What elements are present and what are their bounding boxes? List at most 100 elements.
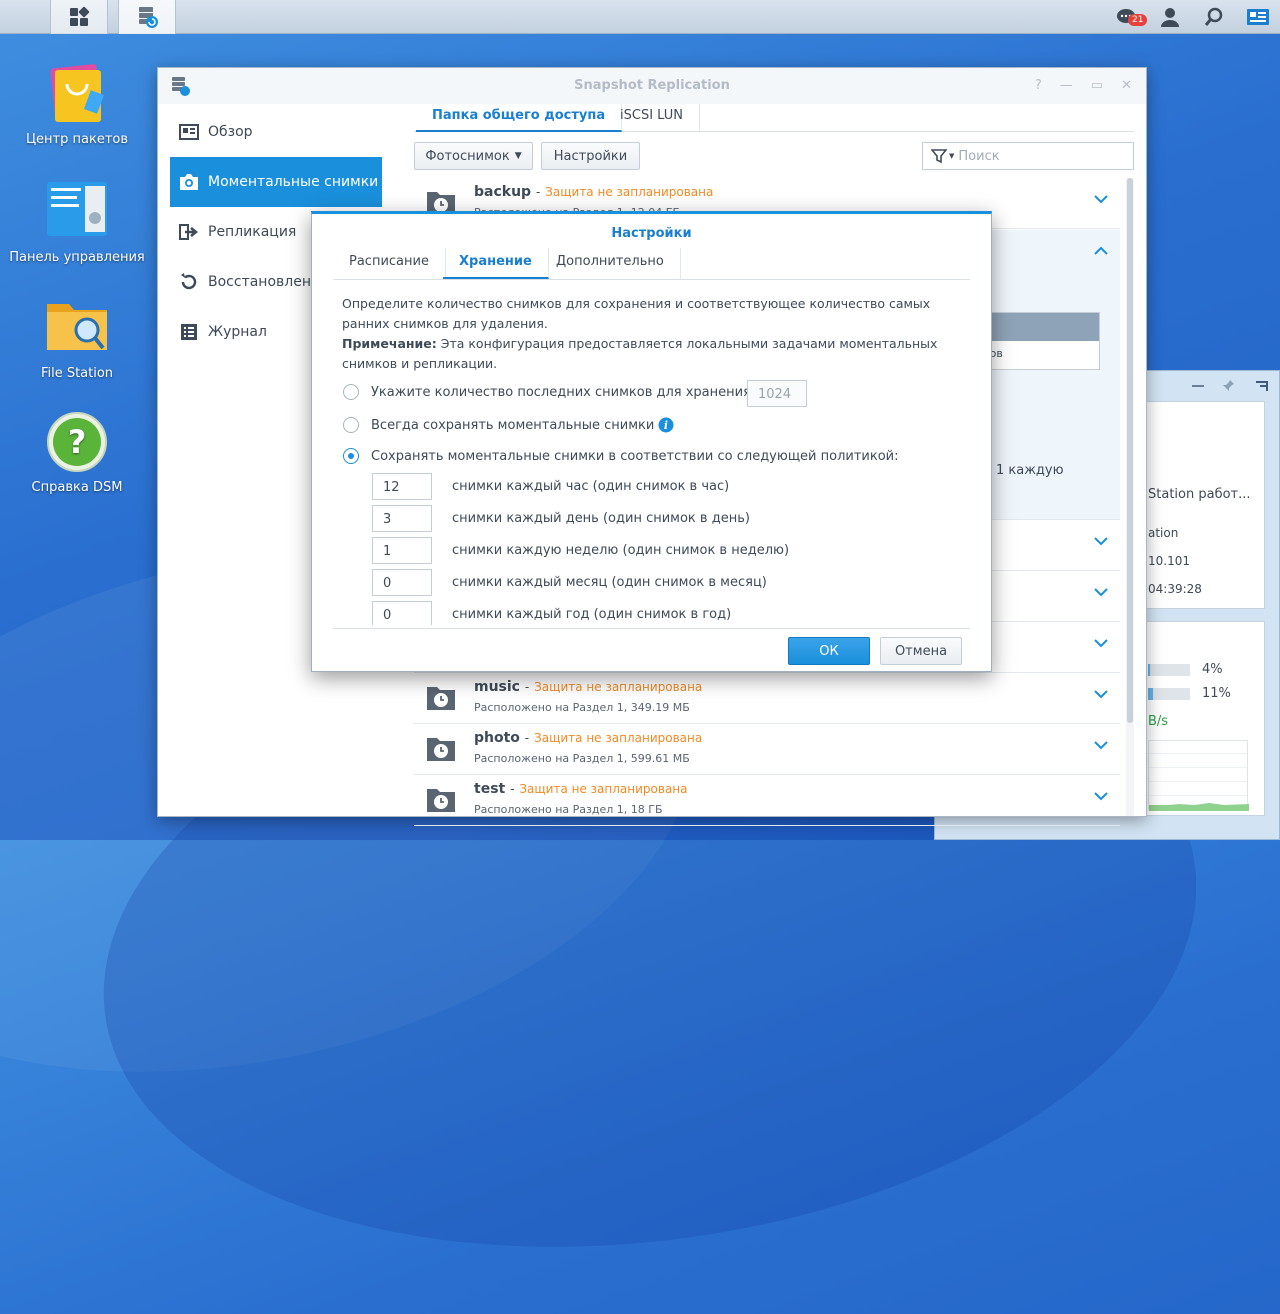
settings-dialog: Настройки Расписание Хранение Дополнител… bbox=[311, 211, 992, 672]
minimize-icon[interactable]: — bbox=[1060, 78, 1073, 93]
desktop-icon-file-station[interactable]: File Station bbox=[2, 296, 152, 381]
camera-icon bbox=[180, 174, 198, 190]
folder-location: Расположено на Раздел 1, 18 ГБ bbox=[474, 803, 663, 816]
protection-status: Защита не запланирована bbox=[519, 782, 688, 796]
window-titlebar[interactable]: Snapshot Replication ? — ▭ ✕ bbox=[158, 68, 1146, 104]
overview-card-icon bbox=[179, 124, 199, 140]
dialog-title: Настройки bbox=[611, 226, 692, 241]
notifications-button[interactable]: 21 bbox=[1104, 0, 1148, 34]
taskbar: 21 bbox=[0, 0, 1280, 34]
folder-location: Расположено на Раздел 1, 349.19 МБ bbox=[474, 701, 690, 714]
scrollbar-thumb[interactable] bbox=[1127, 178, 1133, 723]
grid-icon bbox=[70, 6, 90, 26]
list-item[interactable]: music - Защита не запланирована Располож… bbox=[414, 673, 1120, 724]
desktop-icon-package-center[interactable]: Центр пакетов bbox=[2, 62, 152, 147]
taskbar-snapshot-replication-button[interactable] bbox=[118, 0, 176, 34]
chevron-down-icon[interactable] bbox=[1094, 791, 1108, 801]
cancel-button[interactable]: Отмена bbox=[880, 637, 962, 665]
chevron-down-icon[interactable] bbox=[1094, 587, 1108, 597]
protection-status: Защита не запланирована bbox=[534, 731, 703, 745]
user-icon bbox=[1161, 8, 1179, 27]
daily-count-input[interactable]: 3 bbox=[372, 505, 432, 532]
list-item[interactable]: test - Защита не запланирована Расположе… bbox=[414, 775, 1120, 826]
weekly-label: снимки каждую неделю (один снимок в неде… bbox=[452, 543, 790, 558]
hourly-label: снимки каждый час (один снимок в час) bbox=[452, 479, 730, 494]
user-button[interactable] bbox=[1148, 0, 1192, 34]
search-field[interactable]: ▼ Поиск bbox=[922, 142, 1134, 170]
widget-settings-icon[interactable] bbox=[1255, 379, 1269, 393]
sidebar-item-label: Репликация bbox=[208, 224, 297, 240]
desktop-icon-dsm-help[interactable]: ? Справка DSM bbox=[2, 410, 152, 495]
notification-badge: 21 bbox=[1128, 14, 1148, 26]
help-question-icon: ? bbox=[47, 412, 107, 472]
keep-latest-count-input[interactable]: 1024 bbox=[747, 380, 807, 407]
chevron-up-icon[interactable] bbox=[1094, 246, 1108, 256]
protection-status: Защита не запланирована bbox=[545, 185, 714, 199]
tab-advanced[interactable]: Дополнительно bbox=[540, 248, 681, 279]
radio-keep-latest[interactable] bbox=[343, 384, 359, 400]
desktop-icon-label: Справка DSM bbox=[31, 480, 123, 495]
dialog-tabs: Расписание Хранение Дополнительно bbox=[333, 248, 970, 280]
chevron-down-icon[interactable] bbox=[1094, 194, 1108, 204]
settings-button[interactable]: Настройки bbox=[541, 142, 640, 170]
radio-keep-policy[interactable] bbox=[343, 448, 359, 464]
maximize-icon[interactable]: ▭ bbox=[1091, 78, 1103, 93]
protection-status: Защита не запланирована bbox=[534, 680, 703, 694]
desktop-icon-label: Центр пакетов bbox=[25, 132, 129, 147]
hourly-count-input[interactable]: 12 bbox=[372, 473, 432, 500]
minimize-icon[interactable] bbox=[1191, 379, 1205, 393]
sidebar-item-overview[interactable]: Обзор bbox=[170, 107, 382, 157]
replication-arrow-icon bbox=[179, 224, 199, 240]
sidebar-item-label: Журнал bbox=[208, 324, 267, 340]
sidebar-item-snapshots[interactable]: Моментальные снимки bbox=[170, 157, 382, 207]
search-placeholder: Поиск bbox=[958, 148, 1000, 164]
tab-retention[interactable]: Хранение bbox=[443, 248, 549, 279]
folder-name: backup bbox=[474, 184, 532, 200]
snapshot-dropdown-button[interactable]: Фотоснимок ▼ bbox=[414, 142, 533, 170]
widget-uptime: 04:39:28 bbox=[1148, 582, 1202, 596]
tab-shared-folder[interactable]: Папка общего доступа bbox=[416, 104, 623, 132]
log-list-icon bbox=[181, 324, 197, 340]
chevron-down-icon[interactable] bbox=[1094, 638, 1108, 648]
tab-iscsi-lun[interactable]: iSCSI LUN bbox=[604, 104, 700, 132]
yearly-count-input[interactable]: 0 bbox=[372, 601, 432, 625]
search-button[interactable] bbox=[1192, 0, 1236, 34]
monthly-count-input[interactable]: 0 bbox=[372, 569, 432, 596]
network-speed-unit: B/s bbox=[1148, 714, 1169, 729]
cpu-usage-percent: 4% bbox=[1202, 662, 1223, 677]
widgets-icon bbox=[1247, 9, 1269, 25]
tab-schedule[interactable]: Расписание bbox=[333, 248, 446, 279]
yearly-label: снимки каждый год (один снимок в год) bbox=[452, 607, 732, 622]
chevron-down-icon[interactable] bbox=[1094, 689, 1108, 699]
chevron-down-icon[interactable] bbox=[1094, 740, 1108, 750]
folder-history-icon bbox=[427, 687, 455, 710]
ram-usage-percent: 11% bbox=[1202, 686, 1231, 701]
radio-keep-all[interactable] bbox=[343, 417, 359, 433]
option-keep-policy[interactable]: Сохранять моментальные снимки в соответс… bbox=[343, 448, 899, 464]
dash-separator: - bbox=[510, 782, 515, 796]
snapshot-replication-icon bbox=[139, 7, 158, 28]
weekly-count-input[interactable]: 1 bbox=[372, 537, 432, 564]
window-title: Snapshot Replication bbox=[574, 78, 730, 93]
dash-separator: - bbox=[535, 185, 541, 199]
option-keep-all[interactable]: Всегда сохранять моментальные снимки i bbox=[343, 417, 674, 433]
dash-separator: - bbox=[524, 731, 530, 745]
chevron-down-icon[interactable] bbox=[1094, 536, 1108, 546]
folder-location: Расположено на Раздел 1, 599.61 МБ bbox=[474, 752, 690, 765]
option-keep-latest[interactable]: Укажите количество последних снимков для… bbox=[343, 384, 751, 400]
main-menu-button[interactable] bbox=[50, 0, 108, 34]
list-item[interactable]: photo - Защита не запланирована Располож… bbox=[414, 724, 1120, 775]
info-icon[interactable]: i bbox=[658, 417, 674, 433]
note: Примечание: Эта конфигурация предоставля… bbox=[342, 334, 952, 374]
table-header bbox=[981, 313, 1099, 341]
widgets-button[interactable] bbox=[1236, 0, 1280, 34]
desktop-icon-control-panel[interactable]: Панель управления bbox=[2, 180, 152, 265]
note-label: Примечание: bbox=[342, 336, 437, 351]
pin-icon[interactable] bbox=[1223, 379, 1237, 393]
search-icon bbox=[1204, 7, 1223, 26]
package-center-icon bbox=[50, 64, 104, 123]
list-scrollbar[interactable] bbox=[1126, 178, 1134, 816]
ok-button[interactable]: ОК bbox=[788, 637, 870, 665]
close-icon[interactable]: ✕ bbox=[1121, 78, 1132, 93]
help-icon[interactable]: ? bbox=[1035, 78, 1042, 93]
